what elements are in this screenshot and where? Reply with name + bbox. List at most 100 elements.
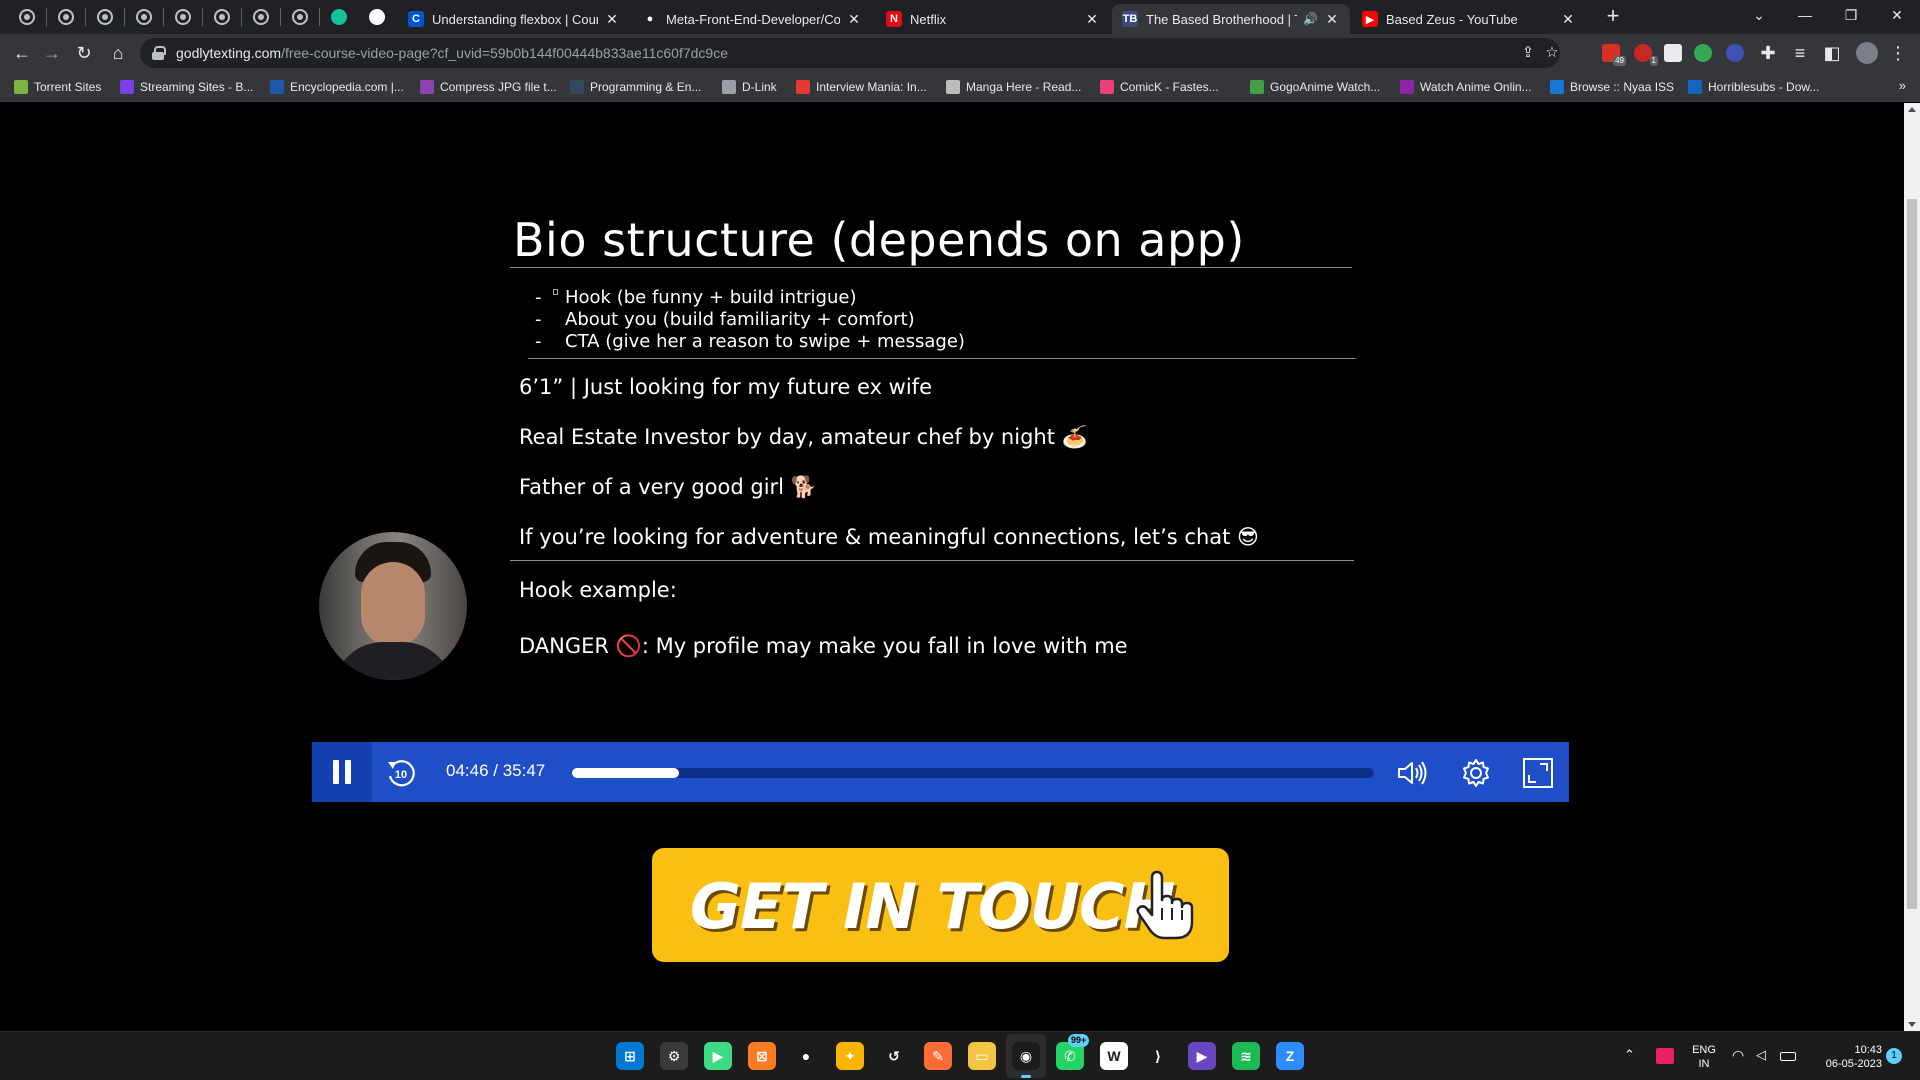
tab-separator: [319, 8, 320, 26]
bookmark-favicon-icon: [1400, 80, 1414, 94]
tab-audio-icon[interactable]: 🔊: [1303, 12, 1318, 26]
pinned-tab[interactable]: [94, 6, 116, 28]
pinned-tab[interactable]: [289, 6, 311, 28]
scroll-up-arrow-icon[interactable]: [1908, 107, 1916, 112]
tray-app-icon[interactable]: [1656, 1048, 1674, 1064]
extension-image-icon[interactable]: [1664, 44, 1682, 62]
bookmark-label: Streaming Sites - B...: [140, 80, 254, 94]
pinned-tab[interactable]: [55, 6, 77, 28]
scroll-down-arrow-icon[interactable]: [1908, 1022, 1916, 1027]
xampp-icon[interactable]: ⊠: [748, 1042, 776, 1070]
bookmark-item[interactable]: Horriblesubs - Dow...: [1688, 78, 1819, 96]
language-indicator[interactable]: ENG IN: [1690, 1043, 1718, 1071]
pinned-dot-tab[interactable]: [366, 6, 388, 28]
url-host: godlytexting.com: [176, 45, 282, 61]
show-hidden-icons-chevron-icon[interactable]: ⌃: [1624, 1048, 1635, 1062]
notification-badge[interactable]: 1: [1886, 1048, 1902, 1064]
vscode-icon[interactable]: ⟩: [1144, 1042, 1172, 1070]
volume-icon[interactable]: [1395, 756, 1429, 790]
share-icon[interactable]: ⇪: [1520, 45, 1536, 61]
close-tab-icon[interactable]: ✕: [1560, 11, 1576, 28]
zoom-icon[interactable]: Z: [1276, 1042, 1304, 1070]
forward-button[interactable]: →: [38, 39, 66, 67]
get-in-touch-button[interactable]: GET IN TOUCH: [652, 848, 1229, 962]
clock[interactable]: 10:43 06-05-2023: [1812, 1043, 1882, 1071]
bookmark-item[interactable]: Interview Mania: In...: [796, 78, 927, 96]
cyberduck-icon[interactable]: ✦: [836, 1042, 864, 1070]
file-explorer-icon[interactable]: ▭: [968, 1042, 996, 1070]
page-scrollbar[interactable]: [1904, 103, 1920, 1031]
close-tab-icon[interactable]: ✕: [604, 11, 620, 28]
bookmark-item[interactable]: Torrent Sites: [14, 78, 101, 96]
bookmark-item[interactable]: ComicK - Fastes...: [1100, 78, 1219, 96]
adblock-plus-icon[interactable]: 1: [1634, 44, 1658, 66]
side-panel-icon[interactable]: ◧: [1818, 39, 1846, 67]
settings-gear-icon[interactable]: [1459, 756, 1493, 790]
rewind-10-icon[interactable]: 10: [384, 756, 418, 790]
address-bar[interactable]: godlytexting.com/free-course-video-page?…: [140, 38, 1560, 68]
speaker-icon[interactable]: ◁: [1756, 1048, 1766, 1062]
spotify-icon[interactable]: ≋: [1232, 1042, 1260, 1070]
close-tab-icon[interactable]: ✕: [1084, 11, 1100, 28]
wifi-icon[interactable]: ◠: [1732, 1048, 1744, 1062]
pinned-tab[interactable]: [172, 6, 194, 28]
minimize-button[interactable]: —: [1782, 0, 1828, 30]
pinned-tab[interactable]: [211, 6, 233, 28]
extensions-puzzle-icon[interactable]: ✚: [1754, 39, 1782, 67]
clipchamp-icon[interactable]: ▶: [1188, 1042, 1216, 1070]
scrollbar-thumb[interactable]: [1907, 199, 1917, 909]
postman-icon[interactable]: ✎: [924, 1042, 952, 1070]
back-button[interactable]: ←: [8, 39, 36, 67]
fullscreen-icon[interactable]: [1521, 756, 1555, 790]
browser-tab[interactable]: N Netflix ✕: [876, 4, 1110, 34]
home-button[interactable]: ⌂: [104, 39, 132, 67]
tab-search-button[interactable]: ⌄: [1736, 0, 1782, 30]
title-divider: [510, 267, 1352, 268]
app-w-icon[interactable]: W: [1100, 1042, 1128, 1070]
pause-button[interactable]: [312, 742, 372, 802]
extension-red-icon[interactable]: 49: [1602, 44, 1626, 66]
reading-list-icon[interactable]: ≡: [1786, 39, 1814, 67]
bookmark-item[interactable]: Browse :: Nyaa ISS: [1550, 78, 1674, 96]
bookmark-label: Encyclopedia.com |...: [290, 80, 404, 94]
bookmark-star-icon[interactable]: ☆: [1544, 45, 1560, 61]
close-tab-icon[interactable]: ✕: [846, 11, 862, 28]
lock-icon[interactable]: [152, 46, 166, 60]
bookmark-item[interactable]: GogoAnime Watch...: [1250, 78, 1380, 96]
start-icon[interactable]: ⊞: [616, 1042, 644, 1070]
new-tab-button[interactable]: +: [1600, 4, 1626, 30]
browser-tab[interactable]: ▶ Based Zeus - YouTube ✕: [1352, 4, 1586, 34]
bookmark-item[interactable]: Streaming Sites - B...: [120, 78, 253, 96]
bookmark-item[interactable]: D-Link: [722, 78, 777, 96]
pinned-tab[interactable]: [250, 6, 272, 28]
mongodb-icon[interactable]: ●: [792, 1042, 820, 1070]
bookmark-item[interactable]: Compress JPG file t...: [420, 78, 557, 96]
browser-tab[interactable]: ● Meta-Front-End-Developer/Cour ✕: [632, 4, 872, 34]
close-tab-icon[interactable]: ✕: [1324, 11, 1340, 28]
progress-bar[interactable]: [572, 768, 1374, 778]
browser-tab[interactable]: C Understanding flexbox | Coursera ✕: [398, 4, 630, 34]
extension-green-icon[interactable]: [1694, 44, 1712, 62]
menu-kebab-icon[interactable]: ⋮: [1884, 39, 1912, 67]
tab-title: Based Zeus - YouTube: [1386, 11, 1518, 27]
profile-avatar[interactable]: [1856, 42, 1878, 64]
chrome-icon[interactable]: ◉: [1012, 1042, 1040, 1070]
arrow-app-icon[interactable]: ↺: [880, 1042, 908, 1070]
bookmark-item[interactable]: Encyclopedia.com |...: [270, 78, 404, 96]
grammarly-tab[interactable]: [328, 6, 350, 28]
close-window-button[interactable]: ✕: [1874, 0, 1920, 30]
bookmarks-overflow-button[interactable]: »: [1899, 78, 1906, 93]
whatsapp-icon[interactable]: ✆ 99+: [1056, 1034, 1090, 1070]
settings-icon[interactable]: ⚙: [660, 1042, 688, 1070]
reload-button[interactable]: ↻: [70, 39, 98, 67]
bookmark-item[interactable]: Watch Anime Onlin...: [1400, 78, 1532, 96]
pinned-tab[interactable]: [16, 6, 38, 28]
bookmark-item[interactable]: Programming & En...: [570, 78, 701, 96]
extension-hex-icon[interactable]: [1726, 44, 1744, 62]
battery-icon[interactable]: [1780, 1052, 1796, 1061]
android-studio-icon[interactable]: ▶: [704, 1042, 732, 1070]
browser-tab[interactable]: TB The Based Brotherhood | The 🔊 ✕: [1112, 4, 1350, 34]
restore-button[interactable]: ❐: [1828, 0, 1874, 30]
pinned-tab[interactable]: [133, 6, 155, 28]
bookmark-item[interactable]: Manga Here - Read...: [946, 78, 1081, 96]
